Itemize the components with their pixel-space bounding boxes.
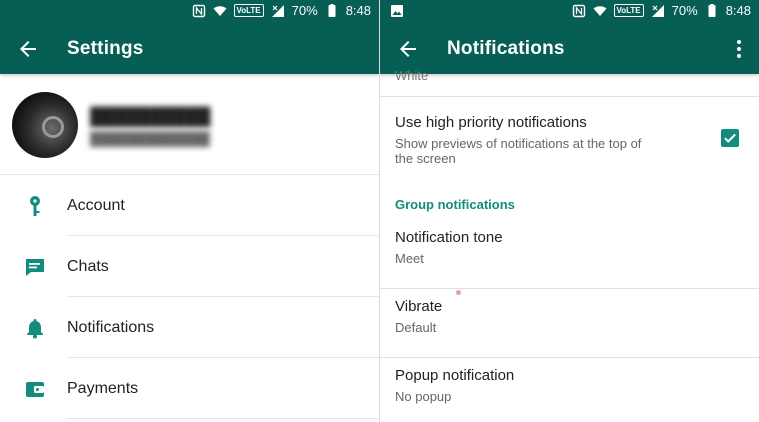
settings-menu: Account Chats Notifications Payments	[0, 175, 379, 419]
status-time: 8:48	[345, 3, 371, 18]
row-value: Default	[395, 320, 437, 335]
menu-item-account[interactable]: Account	[0, 175, 379, 236]
wallet-icon	[26, 382, 44, 397]
key-icon	[30, 196, 40, 216]
menu-item-chats[interactable]: Chats	[0, 236, 379, 297]
menu-item-payments[interactable]: Payments	[0, 358, 379, 419]
signal-icon	[651, 4, 664, 17]
row-value: No popup	[395, 389, 452, 404]
battery-icon	[708, 3, 716, 17]
back-arrow-icon[interactable]	[396, 37, 420, 61]
status-icons: VoLTE 70% 8:48	[192, 3, 371, 18]
signal-icon	[271, 4, 284, 17]
battery-icon	[328, 3, 336, 17]
status-time: 8:48	[725, 3, 751, 18]
notification-tone-row[interactable]: Notification tone Meet	[380, 220, 759, 289]
profile-about-blurred: █████████████	[90, 131, 210, 146]
scrolled-value-text: White	[395, 68, 429, 83]
bell-icon	[27, 319, 43, 339]
headphone-graphic	[42, 116, 64, 138]
overflow-menu-icon[interactable]	[729, 37, 749, 61]
wifi-icon	[213, 5, 226, 16]
row-value: Meet	[395, 251, 424, 266]
menu-item-label: Payments	[67, 380, 139, 397]
battery-percentage: 70%	[291, 3, 318, 18]
status-icons: VoLTE 70% 8:48	[572, 3, 751, 18]
back-arrow-icon[interactable]	[16, 37, 40, 61]
wifi-icon	[593, 5, 606, 16]
row-title: Popup notification	[395, 367, 515, 384]
chat-icon	[26, 259, 44, 276]
high-priority-subtitle: Show previews of notifications at the to…	[395, 136, 642, 166]
nfc-icon	[572, 4, 585, 17]
nfc-icon	[192, 4, 205, 17]
profile-header[interactable]: ██████████ █████████████	[0, 74, 379, 175]
divider	[67, 418, 379, 419]
row-title: Vibrate	[395, 298, 443, 315]
vibrate-row[interactable]: Vibrate Default	[380, 289, 759, 358]
battery-percentage: 70%	[671, 3, 698, 18]
row-title: Notification tone	[395, 229, 503, 246]
high-priority-title: Use high priority notifications	[395, 114, 587, 131]
group-notifications-header: Group notifications	[395, 197, 515, 212]
menu-item-label: Notifications	[67, 319, 155, 336]
popup-notification-row[interactable]: Popup notification No popup	[380, 358, 759, 422]
page-title: Settings	[67, 38, 144, 59]
volte-badge: VoLTE	[233, 4, 264, 17]
high-priority-row[interactable]: Use high priority notifications Show pre…	[380, 96, 759, 194]
menu-item-label: Chats	[67, 258, 109, 275]
status-bar: VoLTE 70% 8:48	[0, 0, 379, 24]
volte-badge: VoLTE	[613, 4, 644, 17]
status-bar: VoLTE 70% 8:48	[380, 0, 759, 24]
app-bar: Settings	[0, 24, 379, 74]
settings-screen: VoLTE 70% 8:48 Settings ██████████ █████…	[0, 0, 379, 422]
menu-item-notifications[interactable]: Notifications	[0, 297, 379, 358]
notifications-screen: VoLTE 70% 8:48 Notifications White Use h…	[380, 0, 759, 422]
gallery-notification-icon	[391, 5, 403, 17]
avatar[interactable]	[12, 92, 78, 158]
check-icon	[724, 133, 736, 143]
profile-name-blurred: ██████████	[90, 107, 211, 126]
menu-item-label: Account	[67, 197, 125, 214]
high-priority-checkbox[interactable]	[721, 129, 739, 147]
page-title: Notifications	[447, 38, 565, 59]
app-bar: Notifications	[380, 24, 759, 74]
